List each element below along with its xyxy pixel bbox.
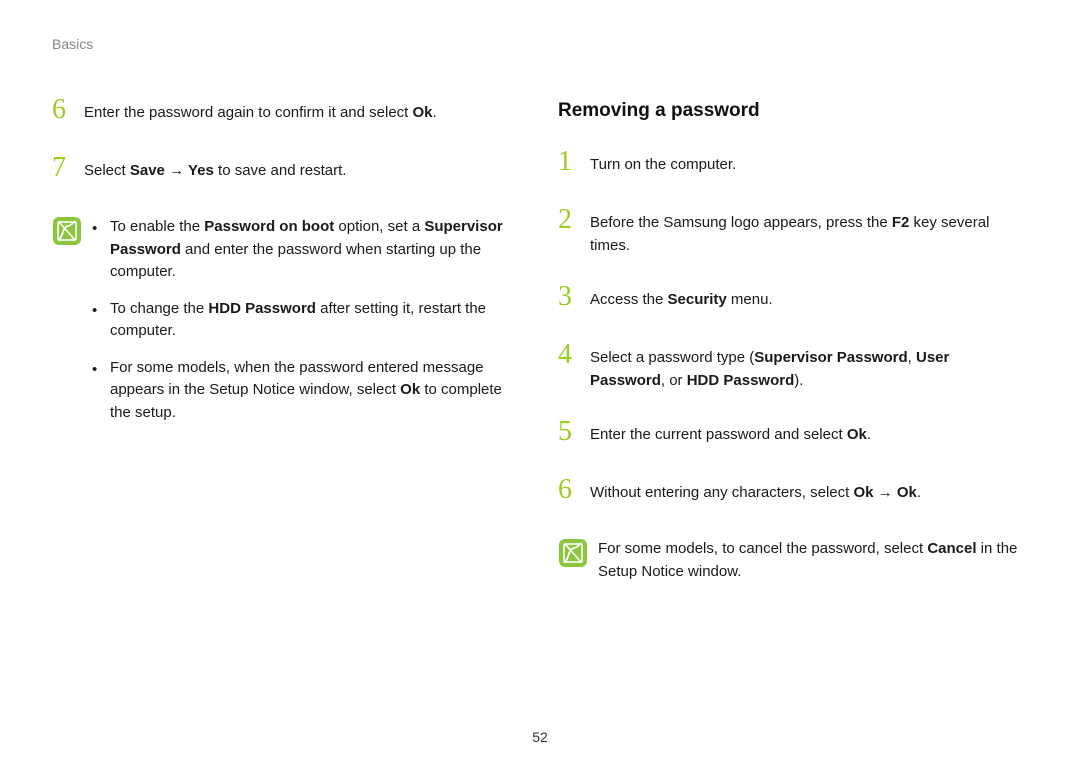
note-icon [558, 538, 588, 568]
bold: Cancel [927, 540, 976, 557]
right-column: Removing a password 1 Turn on the comput… [558, 100, 1028, 613]
step-7: 7 Select Save → Yes to save and restart. [52, 158, 522, 186]
left-column: 6 Enter the password again to confirm it… [52, 100, 522, 613]
bullet-dot: • [92, 298, 102, 343]
page-number: 52 [0, 729, 1080, 745]
bold: Ok [847, 426, 867, 443]
text: . [917, 484, 921, 501]
bold: F2 [892, 214, 910, 231]
step-3: 3 Access the Security menu. [558, 287, 1028, 315]
bold-yes: Yes [188, 162, 214, 179]
text: to save and restart. [214, 162, 347, 179]
text: To enable the [110, 218, 204, 235]
note-content: For some models, to cancel the password,… [598, 538, 1028, 583]
bold: Password on boot [204, 218, 334, 235]
text: Select [84, 162, 130, 179]
section-header: Basics [52, 36, 1028, 52]
step-6: 6 Without entering any characters, selec… [558, 480, 1028, 508]
step-text: Without entering any characters, select … [590, 480, 921, 505]
step-2: 2 Before the Samsung logo appears, press… [558, 210, 1028, 257]
note-content: • To enable the Password on boot option,… [92, 216, 522, 424]
bullet-item: • To change the HDD Password after setti… [92, 298, 522, 343]
step-number: 4 [558, 341, 580, 369]
text: . [867, 426, 871, 443]
section-title: Removing a password [558, 100, 1028, 122]
bold: Ok [853, 484, 873, 501]
note-block-left: • To enable the Password on boot option,… [52, 216, 522, 424]
arrow: → [165, 162, 188, 179]
step-5: 5 Enter the current password and select … [558, 422, 1028, 450]
step-1: 1 Turn on the computer. [558, 152, 1028, 180]
bullet-dot: • [92, 216, 102, 284]
text: Without entering any characters, select [590, 484, 853, 501]
step-number: 5 [558, 418, 580, 446]
step-text: Select a password type (Supervisor Passw… [590, 345, 1028, 392]
step-text: Turn on the computer. [590, 152, 736, 177]
bullet-dot: • [92, 357, 102, 425]
bullet-text: To change the HDD Password after setting… [110, 298, 522, 343]
text: For some models, to cancel the password,… [598, 540, 927, 557]
text: To change the [110, 300, 208, 317]
bold: HDD Password [687, 372, 795, 389]
text: Enter the current password and select [590, 426, 847, 443]
bold: Ok [897, 484, 917, 501]
note-icon [52, 216, 82, 246]
note-block-right: For some models, to cancel the password,… [558, 538, 1028, 583]
bold-save: Save [130, 162, 165, 179]
text: Before the Samsung logo appears, press t… [590, 214, 892, 231]
step-number: 6 [558, 476, 580, 504]
bold: HDD Password [208, 300, 316, 317]
text: , or [661, 372, 687, 389]
text: menu. [727, 291, 773, 308]
bold: Ok [400, 381, 420, 398]
text: ). [794, 372, 803, 389]
step-text: Before the Samsung logo appears, press t… [590, 210, 1028, 257]
step-number: 7 [52, 154, 74, 182]
text: Enter the password again to confirm it a… [84, 104, 413, 121]
step-number: 6 [52, 96, 74, 124]
step-text: Enter the password again to confirm it a… [84, 100, 437, 125]
text: Turn on the computer. [590, 156, 736, 173]
step-6: 6 Enter the password again to confirm it… [52, 100, 522, 128]
step-number: 1 [558, 148, 580, 176]
bullet-text: For some models, when the password enter… [110, 357, 522, 425]
two-column-layout: 6 Enter the password again to confirm it… [52, 100, 1028, 613]
step-text: Select Save → Yes to save and restart. [84, 158, 346, 183]
bullet-item: • For some models, when the password ent… [92, 357, 522, 425]
step-number: 3 [558, 283, 580, 311]
bullet-text: To enable the Password on boot option, s… [110, 216, 522, 284]
text: Access the [590, 291, 668, 308]
step-number: 2 [558, 206, 580, 234]
text: Select a password type ( [590, 349, 754, 366]
bullet-item: • To enable the Password on boot option,… [92, 216, 522, 284]
bold: Supervisor Password [754, 349, 907, 366]
arrow: → [873, 484, 896, 501]
step-text: Enter the current password and select Ok… [590, 422, 871, 447]
text: , [908, 349, 916, 366]
bold: Security [668, 291, 727, 308]
step-text: Access the Security menu. [590, 287, 773, 312]
step-4: 4 Select a password type (Supervisor Pas… [558, 345, 1028, 392]
bold-ok: Ok [413, 104, 433, 121]
text: option, set a [334, 218, 424, 235]
text: . [433, 104, 437, 121]
